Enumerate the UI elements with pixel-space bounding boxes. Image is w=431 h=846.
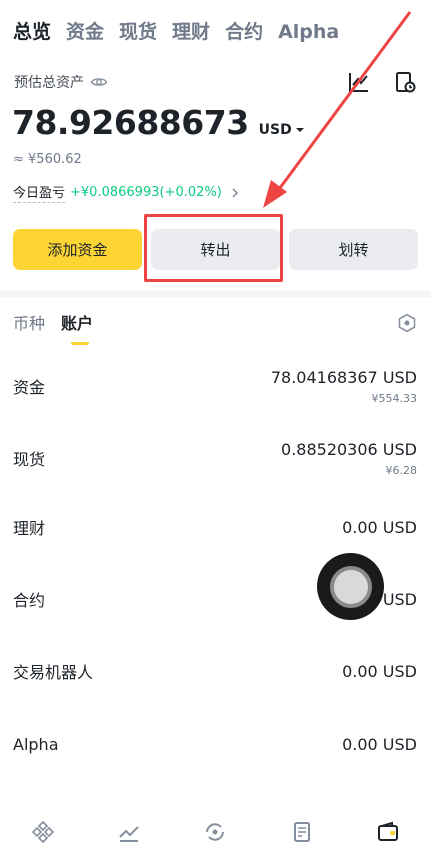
tab-futures[interactable]: 合约 [225,18,263,46]
today-pnl-value: +¥0.0866993(+0.02%) [70,185,222,200]
assistive-touch-ring [329,565,372,608]
account-row-funding[interactable]: 资金 78.04168367 USD ¥554.33 [13,350,417,422]
chart-icon[interactable] [347,70,371,94]
section-divider [0,291,431,297]
today-pnl-row[interactable]: 今日盈亏 +¥0.0866993(+0.02%) [13,182,240,203]
top-tab-bar: 总览 资金 现货 理财 合约 Alpha [13,18,354,46]
account-amount: 0.00 USD [342,734,417,754]
account-name: 现货 [13,450,46,469]
account-amount: 0.00 USD [342,517,417,537]
account-cny-value: ¥554.33 [371,391,418,405]
tab-coins[interactable]: 币种 [13,312,45,336]
account-cny-value: ¥6.28 [385,463,418,477]
account-amount: 0.00 USD [342,661,417,681]
assistive-touch-button[interactable] [317,553,384,620]
account-amount: 78.04168367 USD [270,367,417,387]
chevron-right-icon [232,187,238,198]
add-funds-button[interactable]: 添加资金 [13,229,142,270]
account-sub-tabs: 币种 账户 [13,312,93,345]
approx-cny-value: ≈ ¥560.62 [13,152,82,167]
estimated-assets-label: 预估总资产 [14,75,84,91]
currency-label: USD [258,122,292,138]
hexagon-settings-icon[interactable] [397,313,417,333]
account-amount: USD [382,589,417,609]
account-row-alpha[interactable]: Alpha 0.00 USD [13,708,417,780]
account-name: Alpha [13,734,59,754]
home-icon[interactable] [31,820,55,844]
tab-overview[interactable]: 总览 [13,18,51,46]
header-actions [347,70,417,94]
history-icon[interactable] [393,70,417,94]
trade-icon[interactable] [203,820,227,844]
total-balance: 78.92688673 [12,103,249,142]
wallet-icon[interactable] [376,820,400,844]
caret-down-icon [295,128,304,132]
estimated-assets-label-row: 预估总资产 [14,72,108,92]
tab-spot[interactable]: 现货 [119,18,157,46]
currency-selector[interactable]: USD [259,122,305,138]
withdraw-button[interactable]: 转出 [151,229,280,270]
account-name: 资金 [13,378,46,397]
account-name: 交易机器人 [13,663,94,682]
tab-alpha[interactable]: Alpha [278,18,339,46]
action-button-row: 添加资金 转出 划转 [13,229,418,270]
futures-icon[interactable] [290,820,314,844]
balance-row: 78.92688673 USD [12,103,305,142]
tab-funding[interactable]: 资金 [66,18,104,46]
transfer-button[interactable]: 划转 [289,229,418,270]
account-name: 合约 [13,591,46,610]
markets-icon[interactable] [117,820,141,844]
today-pnl-label: 今日盈亏 [13,182,66,203]
tab-accounts[interactable]: 账户 [61,312,93,345]
eye-icon[interactable] [90,73,108,91]
account-row-trading-bots[interactable]: 交易机器人 0.00 USD [13,635,417,707]
bottom-nav [0,810,431,846]
tab-earn[interactable]: 理财 [172,18,210,46]
account-amount: 0.88520306 USD [281,439,417,459]
account-row-earn[interactable]: 理财 0.00 USD [13,491,417,563]
account-row-spot[interactable]: 现货 0.88520306 USD ¥6.28 [13,422,417,494]
account-name: 理财 [13,519,46,538]
